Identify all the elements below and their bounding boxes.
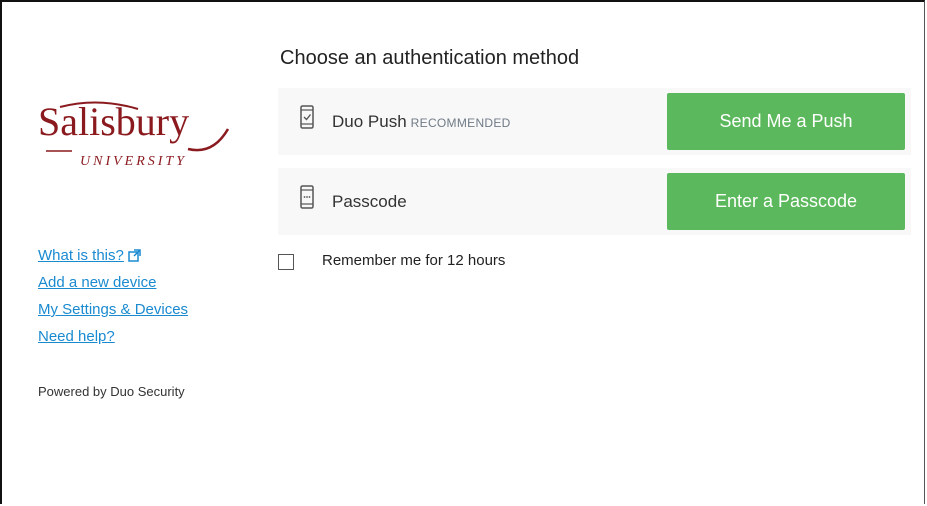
method-row-passcode: Passcode Enter a Passcode [278,168,911,235]
powered-by-text: Powered by Duo Security [38,384,185,399]
send-push-button[interactable]: Send Me a Push [667,93,905,150]
what-is-this-link[interactable]: What is this? [38,248,188,264]
phone-passcode-icon [300,185,314,209]
need-help-link[interactable]: Need help? [38,329,188,345]
external-link-icon [128,249,141,262]
remember-me-checkbox[interactable] [278,254,294,270]
page-title: Choose an authentication method [280,47,580,69]
push-name: Duo Push [332,112,407,131]
remember-me-label[interactable]: Remember me for 12 hours [322,252,505,269]
settings-devices-link[interactable]: My Settings & Devices [38,302,188,318]
logo-subtitle: UNIVERSITY [80,154,187,169]
recommended-tag: RECOMMENDED [410,116,511,130]
sidebar: Salisbury UNIVERSITY What is this? Add a… [38,2,258,506]
what-is-this-label: What is this? [38,247,124,264]
method-label-passcode: Passcode [332,192,407,211]
duo-prompt-frame: Salisbury UNIVERSITY What is this? Add a… [0,0,925,504]
method-label-push: Duo Push RECOMMENDED [332,112,511,132]
enter-passcode-button[interactable]: Enter a Passcode [667,173,905,230]
sidebar-links: What is this? Add a new device My Settin… [38,248,188,356]
phone-check-icon [300,105,314,129]
university-logo: Salisbury UNIVERSITY [38,99,238,179]
add-new-device-link[interactable]: Add a new device [38,275,188,291]
method-row-push: Duo Push RECOMMENDED Send Me a Push [278,88,911,155]
